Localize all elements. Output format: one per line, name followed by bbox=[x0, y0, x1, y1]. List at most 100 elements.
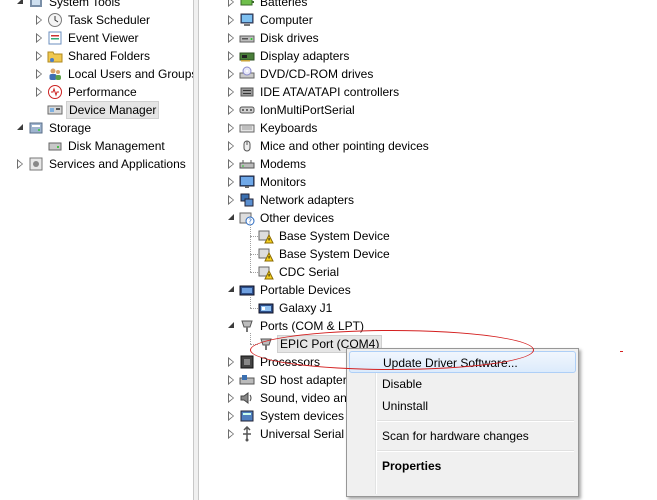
tree-item-label: Universal Serial B bbox=[260, 427, 356, 441]
keyboard-icon bbox=[239, 120, 255, 136]
expand-arrow-icon[interactable] bbox=[227, 407, 237, 425]
expand-arrow-icon[interactable] bbox=[227, 47, 237, 65]
tree-item-label: Event Viewer bbox=[68, 31, 139, 45]
tree-item-storage[interactable]: Storage bbox=[0, 119, 193, 137]
tree-item-ide-ata-atapi-controllers[interactable]: IDE ATA/ATAPI controllers bbox=[199, 83, 657, 101]
tree-item-dvd-cd-rom-drives[interactable]: DVD/CD-ROM drives bbox=[199, 65, 657, 83]
warning-device-icon bbox=[258, 264, 274, 280]
collapse-arrow-icon[interactable] bbox=[16, 0, 26, 11]
tree-item-monitors[interactable]: Monitors bbox=[199, 173, 657, 191]
tree-item-network-adapters[interactable]: Network adapters bbox=[199, 191, 657, 209]
tree-connector-line bbox=[250, 254, 258, 255]
menu-separator bbox=[377, 450, 574, 452]
device-manager-icon bbox=[47, 102, 63, 118]
sound-icon bbox=[239, 390, 255, 406]
users-icon bbox=[47, 66, 63, 82]
expand-arrow-icon[interactable] bbox=[227, 119, 237, 137]
menu-separator bbox=[377, 420, 574, 422]
portable-device-icon bbox=[239, 282, 255, 298]
tree-item-label: IonMultiPortSerial bbox=[260, 103, 355, 117]
tree-item-base-system-device[interactable]: Base System Device bbox=[199, 245, 657, 263]
expand-arrow-icon[interactable] bbox=[227, 173, 237, 191]
expand-arrow-icon[interactable] bbox=[35, 11, 45, 29]
tree-item-mice-and-other-pointing-devices[interactable]: Mice and other pointing devices bbox=[199, 137, 657, 155]
tree-item-portable-devices[interactable]: Portable Devices bbox=[199, 281, 657, 299]
tree-connector-line bbox=[250, 297, 251, 308]
tree-item-device-manager[interactable]: Device Manager bbox=[0, 101, 193, 119]
storage-icon bbox=[28, 120, 44, 136]
tree-item-label: System Tools bbox=[49, 0, 121, 9]
tree-item-label: Monitors bbox=[260, 175, 307, 189]
tree-item-task-scheduler[interactable]: Task Scheduler bbox=[0, 11, 193, 29]
menu-item-uninstall[interactable]: Uninstall bbox=[349, 395, 576, 417]
expand-arrow-icon[interactable] bbox=[227, 83, 237, 101]
tree-item-other-devices[interactable]: ? Other devices bbox=[199, 209, 657, 227]
expand-arrow-icon[interactable] bbox=[227, 371, 237, 389]
menu-item-scan-hardware[interactable]: Scan for hardware changes bbox=[349, 425, 576, 447]
tree-item-label: IDE ATA/ATAPI controllers bbox=[260, 85, 400, 99]
menu-item-label: Scan for hardware changes bbox=[382, 429, 529, 443]
menu-item-disable[interactable]: Disable bbox=[349, 373, 576, 395]
tree-item-services-and-applications[interactable]: Services and Applications bbox=[0, 155, 193, 173]
tree-item-base-system-device[interactable]: Base System Device bbox=[199, 227, 657, 245]
tree-item-label: Sound, video and bbox=[260, 391, 354, 405]
warning-device-icon bbox=[258, 228, 274, 244]
expand-arrow-icon[interactable] bbox=[227, 29, 237, 47]
tree-item-galaxy-j1[interactable]: Galaxy J1 bbox=[199, 299, 657, 317]
tree-item-cdc-serial[interactable]: CDC Serial bbox=[199, 263, 657, 281]
tree-item-batteries[interactable]: Batteries bbox=[199, 0, 657, 11]
collapse-arrow-icon[interactable] bbox=[16, 119, 26, 137]
tree-item-label: Services and Applications bbox=[49, 157, 186, 171]
tree-item-ionmultiportserial[interactable]: IonMultiPortSerial bbox=[199, 101, 657, 119]
expand-arrow-icon[interactable] bbox=[35, 29, 45, 47]
expand-arrow-icon[interactable] bbox=[227, 0, 237, 11]
tree-item-modems[interactable]: Modems bbox=[199, 155, 657, 173]
collapse-arrow-icon[interactable] bbox=[227, 317, 237, 335]
processor-icon bbox=[239, 354, 255, 370]
expand-arrow-icon[interactable] bbox=[227, 389, 237, 407]
expand-arrow-icon[interactable] bbox=[16, 155, 26, 173]
disk-management-icon bbox=[47, 138, 63, 154]
expand-arrow-icon[interactable] bbox=[35, 83, 45, 101]
collapse-arrow-icon[interactable] bbox=[227, 281, 237, 299]
tree-item-label: Mice and other pointing devices bbox=[260, 139, 429, 153]
tree-item-display-adapters[interactable]: Display adapters bbox=[199, 47, 657, 65]
battery-icon bbox=[239, 0, 255, 10]
tree-item-label: System devices bbox=[260, 409, 345, 423]
expand-arrow-icon[interactable] bbox=[227, 425, 237, 443]
tree-item-keyboards[interactable]: Keyboards bbox=[199, 119, 657, 137]
tree-item-local-users-and-groups[interactable]: Local Users and Groups bbox=[0, 65, 193, 83]
tree-item-disk-drives[interactable]: Disk drives bbox=[199, 29, 657, 47]
expand-arrow-icon[interactable] bbox=[227, 191, 237, 209]
tree-connector-line bbox=[250, 308, 258, 309]
tree-item-disk-management[interactable]: Disk Management bbox=[0, 137, 193, 155]
console-tree-pane[interactable]: System Tools Task Scheduler Event Viewer Sh… bbox=[0, 0, 193, 500]
tree-item-event-viewer[interactable]: Event Viewer bbox=[0, 29, 193, 47]
expand-arrow-icon[interactable] bbox=[227, 11, 237, 29]
usb-icon bbox=[239, 425, 255, 442]
display-adapter-icon bbox=[239, 48, 255, 64]
tree-item-system-tools[interactable]: System Tools bbox=[0, 0, 193, 11]
tree-connector-line bbox=[250, 272, 258, 273]
collapse-arrow-icon[interactable] bbox=[227, 209, 237, 227]
expand-arrow-icon[interactable] bbox=[35, 65, 45, 83]
red-annotation-mark bbox=[620, 351, 623, 352]
expand-arrow-icon[interactable] bbox=[227, 155, 237, 173]
expand-arrow-icon[interactable] bbox=[227, 65, 237, 83]
expand-arrow-icon[interactable] bbox=[227, 101, 237, 119]
menu-item-properties[interactable]: Properties bbox=[349, 455, 576, 477]
tree-item-performance[interactable]: Performance bbox=[0, 83, 193, 101]
expand-arrow-icon[interactable] bbox=[227, 353, 237, 371]
tree-item-shared-folders[interactable]: Shared Folders bbox=[0, 47, 193, 65]
system-device-icon bbox=[239, 408, 255, 424]
tree-item-label: Local Users and Groups bbox=[68, 67, 193, 81]
system-tools-icon bbox=[28, 0, 44, 10]
tree-item-label: Galaxy J1 bbox=[279, 301, 333, 315]
tree-item-computer[interactable]: Computer bbox=[199, 11, 657, 29]
warning-device-icon bbox=[258, 246, 274, 262]
dvd-drive-icon bbox=[239, 66, 255, 82]
tree-item-label: Other devices bbox=[260, 211, 335, 225]
sd-adapter-icon bbox=[239, 372, 255, 388]
expand-arrow-icon[interactable] bbox=[227, 137, 237, 155]
expand-arrow-icon[interactable] bbox=[35, 47, 45, 65]
